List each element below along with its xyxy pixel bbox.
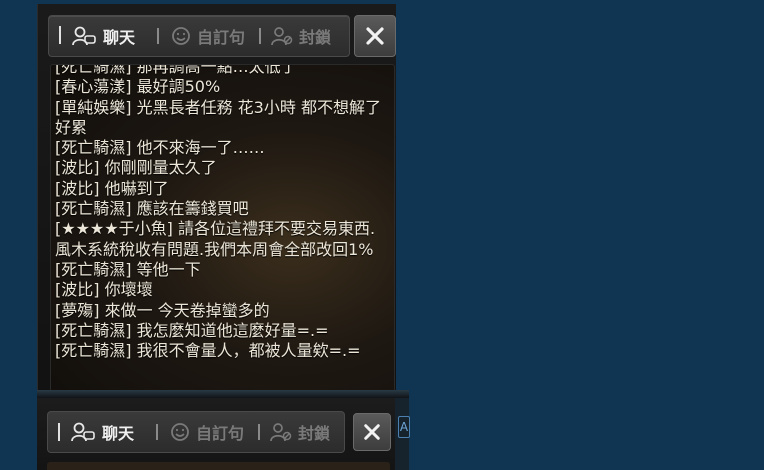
chat-message-text: 來做一 今天卷掉蠻多的 — [99, 300, 270, 320]
smiley-icon — [172, 27, 190, 45]
chat-message-text: 你壞壞 — [99, 280, 153, 300]
chat-sender-name[interactable]: [死亡騎濕] — [55, 341, 132, 360]
chat-sender-name[interactable]: [死亡騎濕] — [55, 321, 132, 340]
chat-message: [死亡騎濕] 我很不會量人，都被人量欸=.= — [55, 341, 391, 361]
chat-message-text: 你剛剛量太久了 — [99, 158, 217, 178]
chat-message: [波比] 你壞壞 — [55, 280, 391, 300]
tab-chat-label: 聊天 — [102, 424, 135, 443]
chat-message: [死亡騎濕] 等他一下 — [55, 260, 391, 280]
chat-sender-name[interactable]: [★★★★于小魚] — [55, 219, 173, 238]
close-icon — [366, 27, 384, 45]
tab-divider — [157, 28, 159, 44]
tab-custom-phrases-secondary[interactable]: 自訂句 — [170, 412, 244, 452]
tab-block-label: 封鎖 — [298, 424, 331, 443]
block-user-icon — [270, 423, 292, 442]
chat-message-list: [死亡騎濕] 那再調高一點…太低了 [春心蕩漾] 最好調50% [單純娛樂] 光黑長… — [55, 64, 391, 361]
tab-divider — [156, 424, 158, 440]
chat-message: [春心蕩漾] 最好調50% — [55, 77, 391, 97]
close-button-secondary[interactable] — [353, 413, 391, 451]
tab-divider — [258, 424, 260, 440]
close-icon — [364, 424, 380, 440]
chat-tab-bar: 聊天 自訂句 封鎖 — [48, 15, 350, 57]
chat-message-text: 我很不會量人，都被人量欸=.= — [131, 341, 361, 361]
chat-message-text: 我怎麼知道他這麼好量=.= — [131, 320, 329, 340]
chat-sender-name[interactable]: [波比] — [55, 158, 100, 177]
chat-message-text: 等他一下 — [131, 259, 201, 279]
chat-sender-name[interactable]: [死亡騎濕] — [55, 65, 132, 76]
tab-block-secondary[interactable]: 封鎖 — [270, 412, 330, 452]
chat-message-text: 應該在籌錢買吧 — [131, 199, 249, 219]
smiley-icon — [171, 423, 189, 441]
tab-chat-label: 聊天 — [103, 28, 136, 47]
chat-window-secondary: 聊天 自訂句 封鎖 — [37, 398, 395, 470]
chat-message: [死亡騎濕] 我怎麼知道他這麼好量=.= — [55, 321, 391, 341]
chat-log[interactable]: [死亡騎濕] 那再調高一點…太低了 [春心蕩漾] 最好調50% [單純娛樂] 光黑長… — [50, 64, 395, 390]
tab-block-label: 封鎖 — [299, 28, 332, 47]
chat-message: [死亡騎濕] 他不來海一了…… — [55, 138, 391, 158]
chat-sender-name[interactable]: [波比] — [55, 179, 100, 198]
tab-divider — [259, 28, 261, 44]
chat-window: 聊天 自訂句 封鎖 [死亡騎濕] 那再調高一點…太低了 [春心蕩漾] 最好調50… — [37, 4, 396, 390]
chat-sender-name[interactable]: [死亡騎濕] — [55, 138, 132, 157]
chat-message: [波比] 他嚇到了 — [55, 179, 391, 199]
block-user-icon — [271, 27, 293, 46]
chat-message-text: 他不來海一了…… — [131, 138, 265, 158]
chat-sender-name[interactable]: [單純娛樂] — [55, 98, 132, 117]
chat-log-secondary[interactable] — [47, 462, 390, 470]
chat-sender-name[interactable]: [波比] — [55, 280, 100, 299]
tab-chat[interactable]: 聊天 — [71, 16, 135, 56]
tab-custom-phrases-label: 自訂句 — [196, 424, 245, 443]
close-button[interactable] — [354, 15, 396, 57]
tab-block[interactable]: 封鎖 — [271, 16, 331, 56]
chat-sender-name[interactable]: [春心蕩漾] — [55, 77, 132, 96]
chat-message-text: 那再調高一點…太低了 — [131, 64, 297, 76]
chat-message: [★★★★于小魚] 請各位這禮拜不要交易東西.風木系統稅收有問題.我們本周會全部… — [55, 219, 391, 260]
active-tab-marker — [58, 423, 60, 441]
chat-sender-name[interactable]: [死亡騎濕] — [55, 199, 132, 218]
window-divider — [37, 390, 409, 398]
tab-custom-phrases[interactable]: 自訂句 — [171, 16, 245, 56]
chat-message: [波比] 你剛剛量太久了 — [55, 158, 391, 178]
chat-message: [夢殤] 來做一 今天卷掉蠻多的 — [55, 301, 391, 321]
chat-message: [死亡騎濕] 應該在籌錢買吧 — [55, 199, 391, 219]
chat-message: [死亡騎濕] 那再調高一點…太低了 — [55, 64, 391, 77]
chat-message-text: 他嚇到了 — [99, 178, 169, 198]
chat-sender-name[interactable]: [死亡騎濕] — [55, 260, 132, 279]
side-handle[interactable]: A — [395, 398, 410, 470]
chat-tab-bar-secondary: 聊天 自訂句 封鎖 — [47, 411, 345, 453]
chat-people-icon — [72, 26, 96, 46]
active-tab-marker — [59, 26, 61, 44]
chat-message-text: 最好調50% — [131, 77, 221, 97]
chat-message: [單純娛樂] 光黑長者任務 花3小時 都不想解了 好累 — [55, 98, 391, 139]
side-handle-icon: A — [398, 416, 410, 438]
tab-chat-secondary[interactable]: 聊天 — [70, 412, 134, 452]
chat-people-icon — [71, 422, 95, 442]
chat-sender-name[interactable]: [夢殤] — [55, 301, 100, 320]
tab-custom-phrases-label: 自訂句 — [197, 28, 246, 47]
